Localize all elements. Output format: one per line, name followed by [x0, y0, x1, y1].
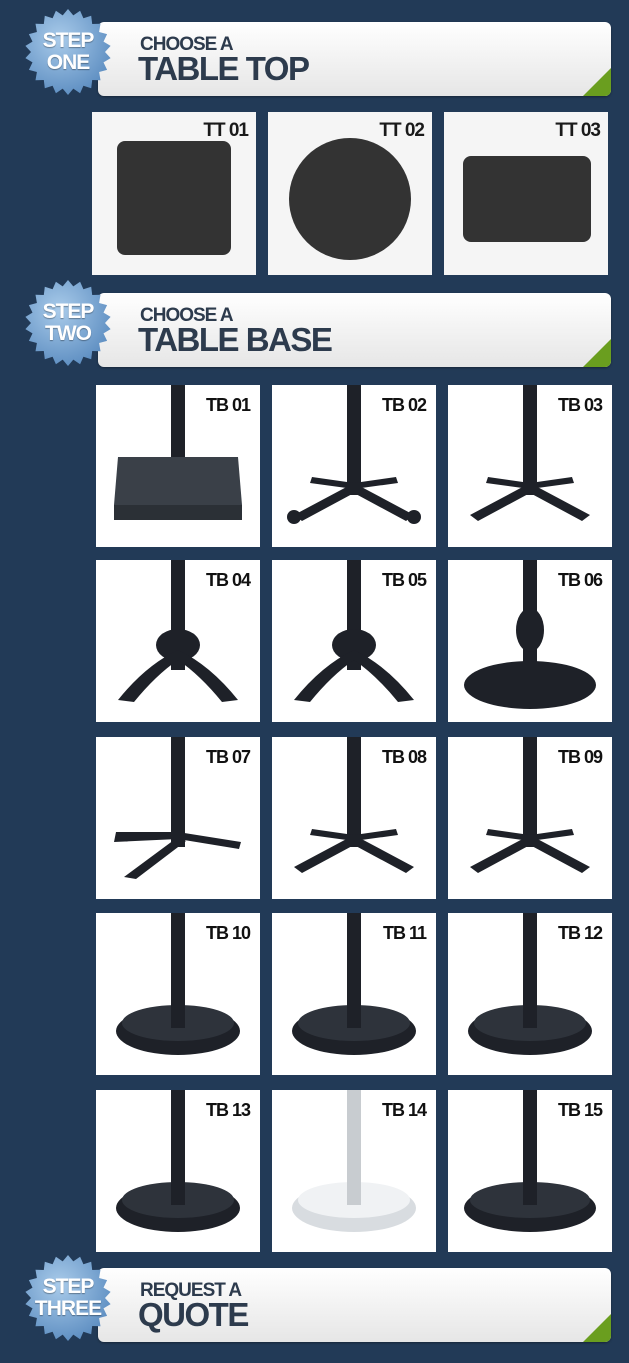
pole-shape — [523, 385, 537, 495]
product-code: TB 11 — [382, 923, 427, 943]
product-code: TB 08 — [381, 747, 427, 767]
table-base-tb12[interactable]: TB 12 — [448, 913, 612, 1075]
product-code: TB 05 — [381, 570, 427, 590]
table-top-tt01[interactable]: TT 01 — [92, 112, 256, 275]
pole-lower-shape — [347, 1150, 361, 1205]
foot-shape — [287, 510, 301, 524]
product-code: TB 04 — [205, 570, 251, 590]
badge-line-1: STEP — [42, 29, 95, 52]
step-title-large: TABLE BASE — [138, 321, 333, 358]
product-code: TB 09 — [557, 747, 603, 767]
table-base-tb15[interactable]: TB 15 — [448, 1090, 612, 1252]
legs-shape — [470, 477, 590, 521]
product-code: TT 03 — [555, 120, 601, 141]
step-badge-icon: STEP THREE — [24, 1254, 112, 1342]
pole-lower-shape — [171, 1150, 185, 1205]
legs-shape — [118, 650, 238, 702]
table-base-tb05[interactable]: TB 05 — [272, 560, 436, 722]
plate-top-shape — [114, 457, 242, 505]
product-code: TB 01 — [205, 395, 251, 415]
legs-shape — [294, 829, 414, 873]
step-title-large: TABLE TOP — [138, 50, 310, 87]
pole-lower-shape — [347, 973, 361, 1028]
badge-line-2: ONE — [46, 51, 91, 74]
pole-lower-shape — [523, 973, 537, 1028]
step-bar[interactable]: REQUEST A QUOTE — [98, 1268, 611, 1342]
table-base-tb11[interactable]: TB 11 — [272, 913, 436, 1075]
round-top-icon — [289, 138, 411, 260]
badge-line-1: STEP — [42, 1275, 95, 1298]
table-base-tb13[interactable]: TB 13 — [96, 1090, 260, 1252]
badge-line-2: TWO — [45, 322, 92, 345]
table-base-tb09[interactable]: TB 09 — [448, 737, 612, 899]
round-base-shape — [464, 661, 596, 709]
table-base-tb14[interactable]: TB 14 — [272, 1090, 436, 1252]
rectangle-top-icon — [463, 156, 591, 242]
product-code: TB 14 — [381, 1100, 427, 1120]
green-corner-icon — [583, 339, 611, 367]
table-base-tb08[interactable]: TB 08 — [272, 737, 436, 899]
product-code: TB 06 — [557, 570, 603, 590]
green-corner-icon — [583, 68, 611, 96]
pole-shape — [171, 737, 185, 847]
plate-shape — [114, 505, 242, 520]
table-base-tb02[interactable]: TB 02 — [272, 385, 436, 547]
table-base-tb04[interactable]: TB 04 — [96, 560, 260, 722]
pole-shape — [347, 385, 361, 495]
badge-line-1: STEP — [42, 300, 95, 323]
pole-lower-shape — [523, 1150, 537, 1205]
product-code: TT 01 — [203, 120, 249, 141]
product-code: TB 03 — [557, 395, 603, 415]
square-top-icon — [117, 141, 231, 255]
step-badge-icon: STEP TWO — [24, 279, 112, 367]
product-code: TB 15 — [557, 1100, 603, 1120]
step-one-header: CHOOSE A TABLE TOP STEP ONE — [0, 0, 629, 96]
step-two-header: CHOOSE A TABLE BASE STEP TWO — [0, 271, 629, 367]
foot-shape — [407, 510, 421, 524]
legs-shape — [294, 650, 414, 702]
product-code: TB 10 — [205, 923, 251, 943]
product-code: TB 12 — [557, 923, 603, 943]
product-code: TB 07 — [205, 747, 251, 767]
step-title-large: QUOTE — [138, 1296, 249, 1333]
product-code: TT 02 — [379, 120, 425, 141]
table-top-tt03[interactable]: TT 03 — [444, 112, 608, 275]
table-top-tt02[interactable]: TT 02 — [268, 112, 432, 275]
table-base-tb07[interactable]: TB 07 — [96, 737, 260, 899]
legs-shape — [114, 832, 241, 879]
table-base-tb10[interactable]: TB 10 — [96, 913, 260, 1075]
step-badge-icon: STEP ONE — [24, 8, 112, 96]
step-three-header[interactable]: REQUEST A QUOTE STEP THREE — [0, 1246, 629, 1342]
table-base-tb01[interactable]: TB 01 — [96, 385, 260, 547]
table-base-tb06[interactable]: TB 06 — [448, 560, 612, 722]
legs-shape — [294, 477, 414, 521]
pole-shape — [523, 737, 537, 847]
product-code: TB 13 — [205, 1100, 251, 1120]
badge-line-2: THREE — [34, 1297, 102, 1320]
step-bar: CHOOSE A TABLE BASE — [98, 293, 611, 367]
ornament-shape — [516, 608, 544, 652]
pole-shape — [347, 737, 361, 847]
green-corner-icon — [583, 1314, 611, 1342]
pole-lower-shape — [171, 973, 185, 1028]
step-bar: CHOOSE A TABLE TOP — [98, 22, 611, 96]
product-code: TB 02 — [381, 395, 427, 415]
legs-shape — [470, 829, 590, 873]
table-base-tb03[interactable]: TB 03 — [448, 385, 612, 547]
